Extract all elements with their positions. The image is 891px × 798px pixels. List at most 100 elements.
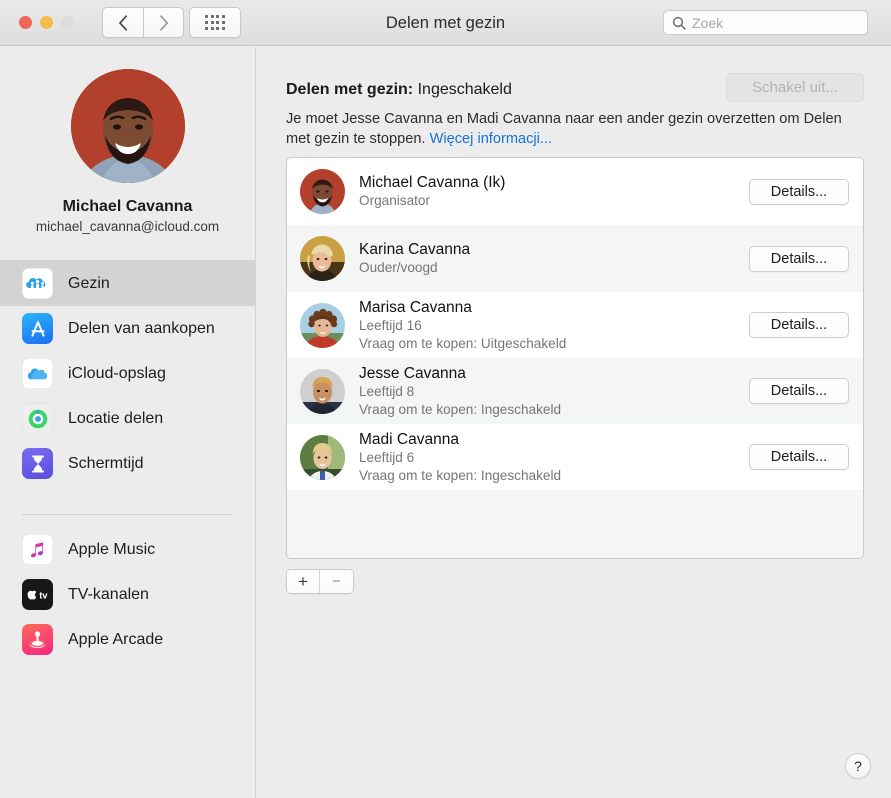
member-name: Marisa Cavanna (359, 298, 472, 316)
sidebar-item-label: Apple Arcade (68, 630, 164, 648)
findmy-glyph (28, 409, 47, 428)
table-row[interactable]: Karina Cavanna Ouder/voogd Details... (287, 225, 863, 292)
profile-email: michael_cavanna@icloud.com (35, 219, 220, 234)
member-age: Leeftijd 6 (359, 449, 415, 465)
sidebar-group-spacer (0, 486, 255, 514)
member-info: Madi Cavanna Leeftijd 6 Vraag om te kope… (359, 430, 749, 485)
sidebar-item-delen-van-aankopen[interactable]: Delen van aankopen (0, 306, 255, 351)
sidebar-list-services: Apple Music tv TV-kanalen Apple Arcade (0, 527, 255, 662)
table-row[interactable]: Madi Cavanna Leeftijd 6 Vraag om te kope… (287, 424, 863, 490)
member-ask-to-buy: Vraag om te kopen: Uitgeschakeld (359, 335, 567, 351)
screentime-icon (22, 448, 53, 479)
icloud-icon (22, 358, 53, 389)
family-glyph (26, 278, 46, 290)
details-button[interactable]: Details... (749, 245, 849, 272)
page-title-label: Delen met gezin: (286, 81, 414, 98)
avatar-michael-photo (70, 69, 185, 183)
search-field[interactable]: Zoek (663, 10, 868, 35)
member-info: Michael Cavanna (Ik) Organisator (359, 173, 749, 210)
apple-arcade-icon (22, 624, 53, 655)
avatar (300, 169, 345, 214)
member-name: Madi Cavanna (359, 430, 459, 448)
more-info-link[interactable]: Więcej informacji... (430, 131, 552, 147)
search-input[interactable]: Zoek (692, 15, 723, 31)
details-button[interactable]: Details... (749, 178, 849, 205)
sidebar-item-schermtijd[interactable]: Schermtijd (0, 441, 255, 486)
family-icon (22, 268, 53, 299)
sidebar-item-apple-music[interactable]: Apple Music (0, 527, 255, 572)
window-titlebar: Delen met gezin Zoek (0, 0, 891, 46)
forward-button[interactable] (143, 7, 184, 38)
family-members-list[interactable]: Michael Cavanna (Ik) Organisator Details… (286, 157, 864, 559)
list-empty-area (287, 490, 863, 558)
details-button[interactable]: Details... (749, 444, 849, 470)
show-all-button[interactable] (189, 7, 241, 38)
sidebar: Michael Cavanna michael_cavanna@icloud.c… (0, 47, 256, 798)
remove-member-button[interactable]: − (320, 570, 353, 593)
apple-tv-icon: tv (22, 579, 53, 610)
turn-off-button[interactable]: Schakel uit... (726, 73, 864, 102)
sidebar-item-label: Schermtijd (68, 454, 144, 472)
member-name: Karina Cavanna (359, 241, 471, 258)
icloud-glyph (27, 368, 48, 380)
hourglass-icon (31, 455, 44, 472)
member-info: Jesse Cavanna Leeftijd 8 Vraag om te kop… (359, 364, 749, 419)
details-button[interactable]: Details... (749, 378, 849, 404)
sidebar-item-label: Apple Music (68, 540, 156, 558)
appstore-icon (22, 313, 53, 344)
sidebar-item-apple-arcade[interactable]: Apple Arcade (0, 617, 255, 662)
page-title-value: Ingeschakeld (417, 81, 512, 98)
navigation-buttons (102, 7, 184, 38)
avatar (300, 302, 345, 348)
findmy-icon (22, 403, 53, 434)
avatar-madi (300, 434, 345, 480)
details-button[interactable]: Details... (749, 312, 849, 338)
chevron-right-icon (159, 14, 168, 31)
member-role: Organisator (359, 193, 431, 208)
avatar (300, 434, 345, 480)
add-member-button[interactable]: + (287, 570, 320, 593)
svg-text:tv: tv (39, 589, 48, 600)
sidebar-item-icloud-opslag[interactable]: iCloud-opslag (0, 351, 255, 396)
sidebar-item-label: Locatie delen (68, 409, 164, 427)
help-button[interactable]: ? (845, 753, 871, 779)
close-button-icon[interactable] (19, 16, 32, 29)
table-row[interactable]: Jesse Cavanna Leeftijd 8 Vraag om te kop… (287, 358, 863, 424)
avatar-michael (300, 169, 345, 214)
member-ask-to-buy: Vraag om te kopen: Ingeschakeld (359, 401, 562, 417)
member-ask-to-buy: Vraag om te kopen: Ingeschakeld (359, 467, 562, 483)
appstore-glyph (30, 320, 45, 337)
sidebar-list-primary: Gezin Delen van aankopen iCloud-opslag L… (0, 261, 255, 486)
sidebar-item-gezin[interactable]: Gezin (0, 261, 255, 306)
chevron-left-icon (119, 14, 128, 31)
main-content: Delen met gezin: Ingeschakeld Schakel ui… (257, 47, 891, 798)
member-name: Michael Cavanna (Ik) (359, 174, 506, 191)
member-age: Leeftijd 16 (359, 317, 422, 333)
sidebar-item-tv-kanalen[interactable]: tv TV-kanalen (0, 572, 255, 617)
avatar (70, 69, 185, 183)
sidebar-item-locatie-delen[interactable]: Locatie delen (0, 396, 255, 441)
add-remove-segmented-control: + − (286, 569, 354, 594)
member-name: Jesse Cavanna (359, 364, 466, 382)
table-row[interactable]: Marisa Cavanna Leeftijd 16 Vraag om te k… (287, 292, 863, 358)
zoom-button-icon (61, 16, 74, 29)
description-text: Je moet Jesse Cavanna en Madi Cavanna na… (286, 109, 870, 149)
description-body: Je moet Jesse Cavanna en Madi Cavanna na… (286, 111, 842, 147)
content-header: Delen met gezin: Ingeschakeld Schakel ui… (286, 73, 864, 102)
member-info: Marisa Cavanna Leeftijd 16 Vraag om te k… (359, 298, 749, 353)
grid-icon (205, 15, 225, 30)
joystick-icon (29, 631, 46, 648)
back-button[interactable] (102, 7, 143, 38)
apple-music-icon (22, 534, 53, 565)
member-info: Karina Cavanna Ouder/voogd (359, 240, 749, 277)
avatar (300, 236, 345, 281)
apple-tv-glyph: tv (27, 589, 48, 600)
minimize-button-icon[interactable] (40, 16, 53, 29)
profile-name: Michael Cavanna (62, 198, 193, 215)
avatar-jesse (300, 368, 345, 414)
avatar (300, 368, 345, 414)
table-row[interactable]: Michael Cavanna (Ik) Organisator Details… (287, 158, 863, 225)
sidebar-item-label: Delen van aankopen (68, 319, 215, 337)
search-icon (672, 16, 686, 30)
user-profile: Michael Cavanna michael_cavanna@icloud.c… (0, 47, 255, 234)
